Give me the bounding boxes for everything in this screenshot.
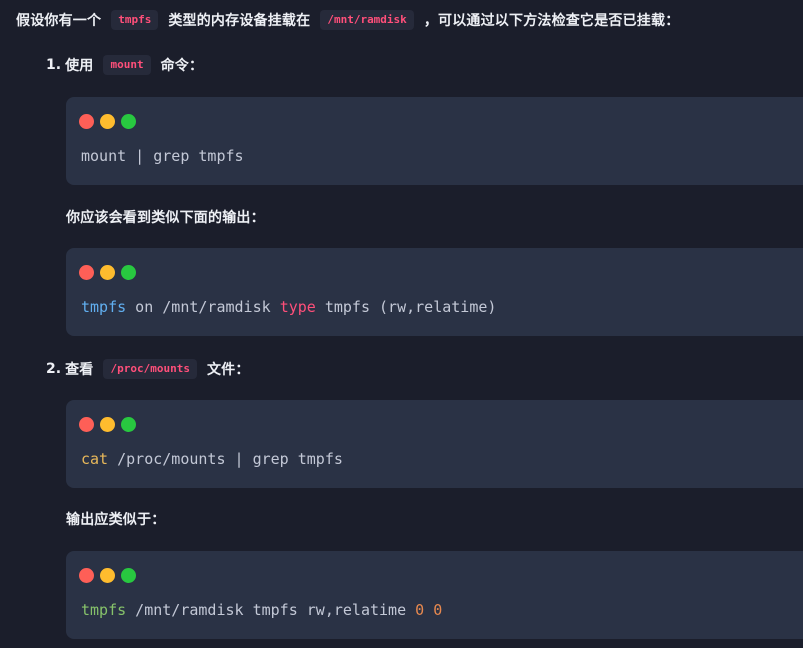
code-block-mount-command: mount | grep tmpfs bbox=[66, 97, 803, 185]
step2-output-label-text: 输出应类似于： bbox=[66, 512, 166, 528]
step2-text-after: 文件： bbox=[206, 362, 250, 378]
inline-code-tmpfs: tmpfs bbox=[111, 10, 159, 30]
step2-heading: 2. 查看 /proc/mounts 文件： bbox=[46, 359, 250, 379]
inline-code-mount-path: /mnt/ramdisk bbox=[320, 10, 414, 30]
code-token: type bbox=[279, 298, 316, 316]
intro-text-before: 假设你有一个 bbox=[16, 13, 102, 29]
yellow-dot-icon bbox=[100, 114, 115, 129]
window-controls bbox=[79, 568, 136, 583]
code-token: /mnt/ramdisk tmpfs rw,relatime bbox=[126, 601, 416, 619]
yellow-dot-icon bbox=[100, 568, 115, 583]
intro-text-after: ，可以通过以下方法检查它是否已挂载： bbox=[423, 13, 680, 29]
window-controls bbox=[79, 417, 136, 432]
green-dot-icon bbox=[121, 568, 136, 583]
code-block-mount-output: tmpfs on /mnt/ramdisk type tmpfs (rw,rel… bbox=[66, 248, 803, 336]
step1-output-label: 你应该会看到类似下面的输出： bbox=[66, 207, 265, 227]
step2-output-label: 输出应类似于： bbox=[66, 509, 165, 529]
inline-code-proc-mounts: /proc/mounts bbox=[103, 359, 197, 379]
intro-paragraph: 假设你有一个 tmpfs 类型的内存设备挂载在 /mnt/ramdisk ，可以… bbox=[16, 10, 679, 30]
code-token: tmpfs bbox=[81, 601, 127, 619]
step2-text-before: 查看 bbox=[65, 362, 94, 378]
inline-code-mount: mount bbox=[103, 55, 151, 75]
step1-output-label-text: 你应该会看到类似下面的输出： bbox=[66, 210, 265, 226]
step1-text-before: 使用 bbox=[65, 58, 94, 74]
green-dot-icon bbox=[121, 265, 136, 280]
intro-text-middle: 类型的内存设备挂载在 bbox=[168, 13, 311, 29]
green-dot-icon bbox=[121, 114, 136, 129]
green-dot-icon bbox=[121, 417, 136, 432]
code-block-cat-command: cat /proc/mounts | grep tmpfs bbox=[66, 400, 803, 488]
window-controls bbox=[79, 114, 136, 129]
code-line: tmpfs on /mnt/ramdisk type tmpfs (rw,rel… bbox=[81, 298, 496, 316]
red-dot-icon bbox=[79, 114, 94, 129]
code-token: 0 bbox=[415, 601, 425, 619]
red-dot-icon bbox=[79, 265, 94, 280]
yellow-dot-icon bbox=[100, 417, 115, 432]
yellow-dot-icon bbox=[100, 265, 115, 280]
code-block-proc-output: tmpfs /mnt/ramdisk tmpfs rw,relatime 0 0 bbox=[66, 551, 803, 639]
code-token: 0 bbox=[433, 601, 443, 619]
code-token: tmpfs (rw,relatime) bbox=[315, 298, 497, 316]
window-controls bbox=[79, 265, 136, 280]
code-token: tmpfs bbox=[81, 298, 127, 316]
code-line: cat /proc/mounts | grep tmpfs bbox=[81, 450, 343, 468]
code-token: /proc/mounts | grep tmpfs bbox=[108, 450, 343, 468]
step1-number: 1. bbox=[46, 57, 62, 73]
step1-heading: 1. 使用 mount 命令： bbox=[46, 55, 203, 75]
step2-number: 2. bbox=[46, 361, 62, 377]
red-dot-icon bbox=[79, 568, 94, 583]
red-dot-icon bbox=[79, 417, 94, 432]
code-line: tmpfs /mnt/ramdisk tmpfs rw,relatime 0 0 bbox=[81, 601, 442, 619]
code-line: mount | grep tmpfs bbox=[81, 147, 244, 165]
code-token: cat bbox=[81, 450, 109, 468]
step1-text-after: 命令： bbox=[160, 58, 204, 74]
code-token: on /mnt/ramdisk bbox=[126, 298, 280, 316]
